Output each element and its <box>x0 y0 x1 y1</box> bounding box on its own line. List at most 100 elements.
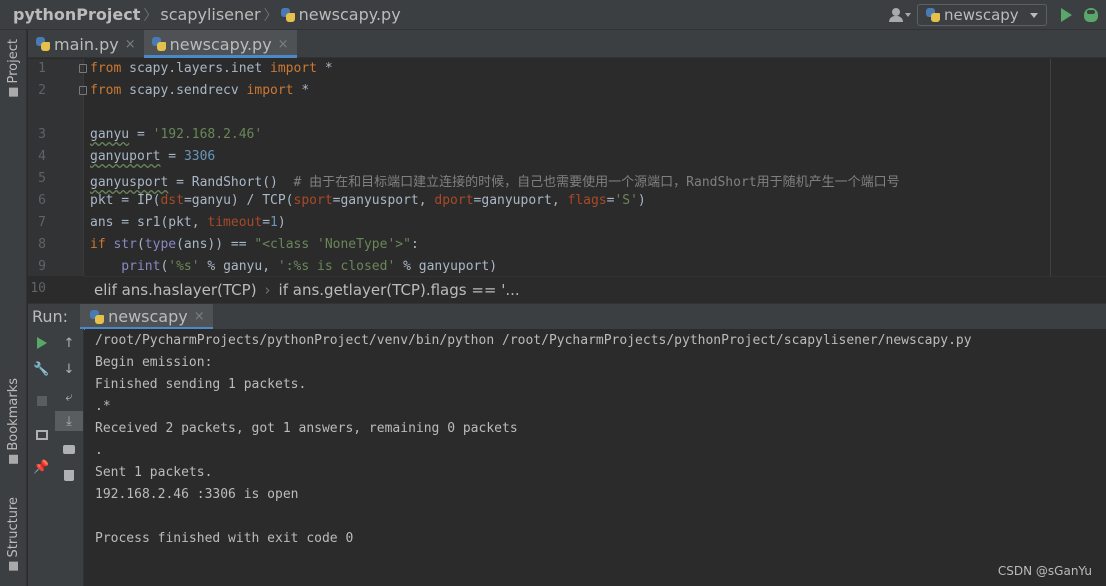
line-number: 2 <box>38 83 46 98</box>
console-line: /root/PycharmProjects/pythonProject/venv… <box>95 333 972 348</box>
scroll-end-icon: ⤓ <box>66 413 72 429</box>
run-panel-label: Run: <box>32 307 69 326</box>
breadcrumb-folder[interactable]: scapylisener <box>160 0 260 30</box>
left-tool-strip: Project Bookmarks Structure <box>0 30 27 586</box>
structure-tool-label: Structure <box>6 497 21 558</box>
right-margin-guide <box>1050 59 1051 276</box>
code-line: from scapy.layers.inet import * <box>90 61 333 76</box>
tab-label: newscapy.py <box>169 34 272 54</box>
editor-tab-bar: main.py × newscapy.py × <box>28 30 1106 58</box>
python-file-icon <box>280 7 295 22</box>
console-line: Finished sending 1 packets. <box>95 377 307 392</box>
project-tool-label: Project <box>6 39 21 84</box>
console-line: Begin emission: <box>95 355 213 370</box>
breadcrumb-code-item[interactable]: if ans.getlayer(TCP).flags == '... <box>279 281 520 299</box>
bookmarks-tool-label: Bookmarks <box>6 378 21 451</box>
line-number: 3 <box>38 127 46 142</box>
console-line: Process finished with exit code 0 <box>95 531 354 546</box>
toolbar-right: newscapy <box>889 0 1106 30</box>
line-number: 7 <box>38 215 46 230</box>
rerun-button[interactable] <box>28 333 55 353</box>
fold-marker-icon[interactable] <box>79 86 87 95</box>
tab-newscapy-py[interactable]: newscapy.py × <box>143 30 297 58</box>
line-number: 10 <box>30 281 46 296</box>
code-line: if str(type(ans)) == "<class 'NoneType'>… <box>90 237 419 252</box>
play-icon <box>36 337 47 349</box>
chevron-down-icon <box>1030 13 1038 18</box>
wrench-icon: 🔧 <box>33 361 50 377</box>
bookmarks-tool-tab[interactable]: Bookmarks <box>0 376 27 470</box>
printer-icon <box>63 444 75 454</box>
console-line: Sent 1 packets. <box>95 465 213 480</box>
run-toolbar-primary: 🔧 📌 <box>28 329 55 586</box>
arrow-up-icon: ↑ <box>63 335 75 351</box>
breadcrumb-file-label: newscapy.py <box>298 5 401 24</box>
code-line: print('%s' % ganyu, ':%s is closed' % ga… <box>90 259 498 274</box>
close-icon[interactable]: × <box>125 37 136 52</box>
line-number: 1 <box>38 61 46 76</box>
code-line: ans = sr1(pkt, timeout=1) <box>90 215 286 230</box>
code-editor[interactable]: from scapy.layers.inet import * from sca… <box>90 59 1106 276</box>
breadcrumb-file[interactable]: newscapy.py <box>280 0 401 30</box>
close-icon[interactable]: × <box>278 37 289 52</box>
line-number: 9 <box>38 259 46 274</box>
wrap-icon: ⤶ <box>65 389 73 405</box>
scroll-to-end-button[interactable]: ⤓ <box>55 411 83 431</box>
line-number: 6 <box>38 193 46 208</box>
breadcrumb-code-item[interactable]: elif ans.haslayer(TCP) <box>94 281 257 299</box>
project-tool-tab[interactable]: Project <box>0 38 27 102</box>
code-line: ganyu = '192.168.2.46' <box>90 127 263 142</box>
run-configuration-dropdown[interactable]: newscapy <box>917 4 1047 26</box>
console-line: .* <box>95 399 111 414</box>
console-line: . <box>95 443 103 458</box>
code-line: ganyusport = RandShort() # 由于在和目标端口建立连接的… <box>90 175 900 190</box>
breadcrumb-separator: 〉 <box>263 7 278 24</box>
pin-icon: 📌 <box>33 459 50 475</box>
structure-tool-tab[interactable]: Structure <box>0 488 27 584</box>
stop-button[interactable] <box>28 391 55 411</box>
scroll-down-button[interactable]: ↓ <box>55 359 83 379</box>
python-file-icon <box>36 37 50 51</box>
structure-icon <box>9 561 19 571</box>
console-line: Received 2 packets, got 1 answers, remai… <box>95 421 518 436</box>
folder-icon <box>9 87 19 97</box>
run-button[interactable] <box>1061 8 1072 22</box>
stop-icon <box>36 396 47 406</box>
code-breadcrumbs: elif ans.haslayer(TCP) › if ans.getlayer… <box>84 276 1106 302</box>
run-configuration-label: newscapy <box>944 6 1019 24</box>
line-number: 5 <box>38 171 46 186</box>
breadcrumb-separator: › <box>264 280 271 299</box>
trash-icon <box>64 469 74 481</box>
code-line: from scapy.sendrecv import * <box>90 83 310 98</box>
settings-button[interactable]: 🔧 <box>28 359 55 379</box>
console-line: 192.168.2.46 :3306 is open <box>95 487 299 502</box>
tab-main-py[interactable]: main.py × <box>28 30 144 58</box>
editor-gutter[interactable]: 1 2 3 4 5 6 7 8 9 10 <box>28 59 87 296</box>
run-tab-label: newscapy <box>108 307 188 326</box>
navigation-bar: pythonProject 〉 scapylisener 〉 newscapy.… <box>0 0 1106 30</box>
fold-marker-icon[interactable] <box>79 64 87 73</box>
code-line: ganyuport = 3306 <box>90 149 216 164</box>
close-icon[interactable]: × <box>194 309 205 324</box>
pin-button[interactable]: 📌 <box>28 457 55 477</box>
scroll-up-button[interactable]: ↑ <box>55 333 83 353</box>
clear-button[interactable] <box>55 465 83 485</box>
layout-button[interactable] <box>28 425 55 445</box>
layout-icon <box>35 430 48 440</box>
bookmark-icon <box>9 454 19 464</box>
breadcrumb-project[interactable]: pythonProject <box>0 0 140 30</box>
breadcrumb-separator: 〉 <box>143 7 158 24</box>
python-file-icon <box>926 8 940 22</box>
soft-wrap-button[interactable]: ⤶ <box>55 387 83 407</box>
arrow-down-icon: ↓ <box>63 361 75 377</box>
user-icon[interactable] <box>889 7 911 23</box>
run-panel-header: Run: newscapy × <box>28 303 1106 330</box>
line-number: 4 <box>38 149 46 164</box>
console-output[interactable]: /root/PycharmProjects/pythonProject/venv… <box>85 329 1106 586</box>
watermark: CSDN @sGanYu <box>997 564 1092 578</box>
python-file-icon <box>90 309 105 324</box>
debug-button[interactable] <box>1084 8 1098 22</box>
python-file-icon <box>151 37 166 51</box>
run-tab-newscapy[interactable]: newscapy × <box>80 303 213 330</box>
print-button[interactable] <box>55 439 83 459</box>
